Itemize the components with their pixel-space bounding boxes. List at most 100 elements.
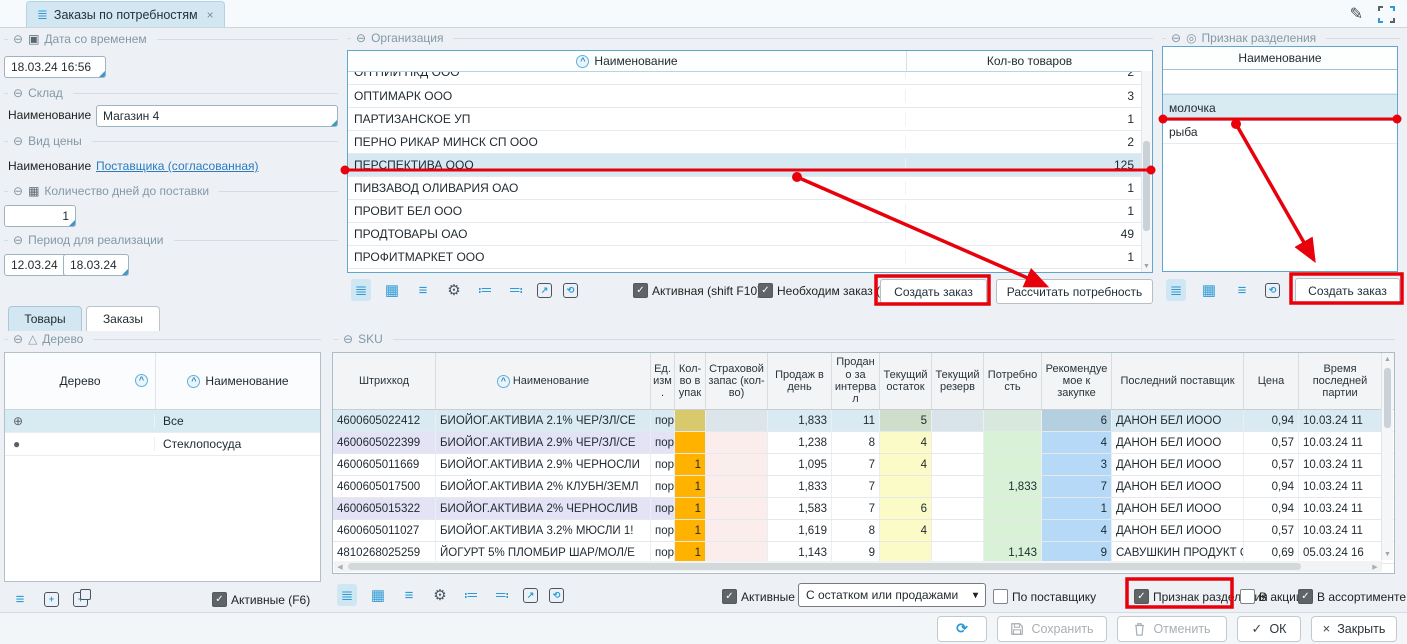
days-input[interactable]: 1 — [4, 205, 76, 227]
collapse-icon[interactable]: ⊖ — [13, 184, 23, 198]
collapse-icon[interactable]: ⊖ — [13, 32, 23, 46]
sku-column-header[interactable]: Штрихкод — [333, 353, 436, 409]
add-row-icon[interactable]: ≕ — [492, 584, 512, 606]
sku-column-header[interactable]: Последний поставщик — [1112, 353, 1244, 409]
collapse-icon[interactable]: ⊖ — [343, 332, 353, 346]
org-table-row[interactable]: ПЕРСПЕКТИВА ООО125 — [348, 154, 1152, 177]
numbered-list-icon[interactable]: ≔ — [475, 279, 495, 301]
gear-icon[interactable]: ⚙ — [444, 279, 464, 301]
add-row-icon[interactable]: ≕ — [506, 279, 526, 301]
by-supplier-checkbox[interactable]: По поставщику — [993, 589, 1096, 604]
view-list-icon[interactable]: ≣ — [351, 279, 371, 301]
org-table-row[interactable]: ПАРТИЗАНСКОЕ УП1 — [348, 108, 1152, 131]
numbered-list-icon[interactable]: ≔ — [461, 584, 481, 606]
edit-pencil-icon[interactable]: ✎ — [1350, 4, 1363, 24]
sku-row[interactable]: 4600605022412БИОЙОГ.АКТИВИА 2.1% ЧЕР/ЗЛ/… — [333, 410, 1394, 432]
tab-close-icon[interactable]: × — [207, 8, 214, 22]
create-order-button-separation[interactable]: Создать заказ — [1295, 278, 1400, 303]
sku-column-header[interactable]: Страховой запас (кол-во) — [706, 353, 768, 409]
fullscreen-icon[interactable] — [1378, 6, 1395, 23]
sku-row[interactable]: 4600605017500БИОЙОГ.АКТИВИА 2% КЛУБН/ЗЕМ… — [333, 476, 1394, 498]
filter-icon[interactable]: ≡ — [1232, 279, 1252, 301]
org-table-row[interactable]: ПРОФИТМАРКЕТ ООО1 — [348, 246, 1152, 269]
create-order-button[interactable]: Создать заказ — [880, 279, 987, 304]
collapse-icon[interactable]: ⊖ — [13, 332, 23, 346]
sku-column-header[interactable]: Время последней партии — [1299, 353, 1382, 409]
promo-checkbox[interactable]: В акции — [1240, 589, 1303, 604]
refresh-button[interactable]: ⟳ — [937, 616, 987, 642]
org-table-row[interactable]: ПИВЗАВОД ОЛИВАРИЯ ОАО1 — [348, 177, 1152, 200]
filter-icon[interactable]: ≡ — [399, 584, 419, 606]
sku-column-header[interactable]: Кол-во в упак — [675, 353, 706, 409]
sku-row[interactable]: 4600605011027БИОЙОГ.АКТИВИА 3.2% МЮСЛИ 1… — [333, 520, 1394, 542]
cancel-button[interactable]: Отменить — [1117, 616, 1227, 642]
view-list-icon[interactable]: ≣ — [337, 584, 357, 606]
tree-row[interactable]: ●Стеклопосуда — [5, 433, 320, 456]
sku-column-header[interactable]: Ед. изм. — [651, 353, 675, 409]
collapse-icon[interactable]: ⊖ — [13, 134, 23, 148]
org-table-row[interactable]: ОПТИМАРК ООО3 — [348, 85, 1152, 108]
org-table-row[interactable]: ОП НИИ ПКД ООО2 — [348, 72, 1152, 85]
active-sku-checkbox[interactable]: Активные — [722, 589, 795, 604]
org-table-row[interactable]: ПЕРНО РИКАР МИНСК СП ООО2 — [348, 131, 1152, 154]
sku-column-header[interactable]: Текущий остаток — [880, 353, 932, 409]
period-from-input[interactable]: 12.03.24 — [4, 254, 70, 276]
save-button[interactable]: Сохранить — [997, 616, 1107, 642]
sku-vscrollbar[interactable]: ▲ ▼ — [1381, 354, 1393, 560]
sku-column-header[interactable]: Цена — [1244, 353, 1299, 409]
org-scrollbar[interactable]: ▼ — [1141, 71, 1152, 272]
separation-row[interactable] — [1163, 70, 1397, 94]
price-type-link[interactable]: Поставщика (согласованная) — [96, 156, 259, 176]
collapse-icon[interactable]: ⊖ — [356, 31, 366, 45]
collapse-icon[interactable]: ⊖ — [1171, 31, 1181, 45]
active-org-checkbox[interactable]: Активная (shift F10) — [633, 283, 761, 298]
tree-row[interactable]: ⊕Все — [5, 410, 320, 433]
collapse-icon[interactable]: ⊖ — [13, 233, 23, 247]
period-to-input[interactable]: 18.03.24 — [63, 254, 129, 276]
calculate-need-button[interactable]: Рассчитать потребность — [996, 279, 1153, 304]
scroll-up-icon[interactable]: ▲ — [1383, 356, 1392, 363]
scroll-down-icon[interactable]: ▼ — [1142, 263, 1151, 270]
view-list-icon[interactable]: ≣ — [1166, 279, 1186, 301]
sku-column-header[interactable]: Рекомендуемое к закупке — [1042, 353, 1112, 409]
tab-goods[interactable]: Товары — [8, 306, 82, 331]
sort-asc-icon[interactable]: ^ — [187, 375, 200, 388]
org-table-row[interactable]: ПРОВИТ БЕЛ ООО1 — [348, 200, 1152, 223]
assortment-checkbox[interactable]: В ассортименте — [1298, 589, 1406, 604]
sku-column-header[interactable]: Продано за интервал — [832, 353, 880, 409]
separation-row[interactable]: молочка — [1163, 94, 1397, 121]
ok-button[interactable]: ✓ ОК — [1237, 616, 1301, 642]
collapse-icon[interactable]: ⊖ — [13, 86, 23, 100]
active-tree-checkbox[interactable]: Активные (F6) — [212, 592, 310, 607]
sku-row[interactable]: 4600605015322БИОЙОГ.АКТИВИА 2% ЧЕРНОСЛИВ… — [333, 498, 1394, 520]
sku-hscrollbar[interactable]: ◀ ▶ — [334, 561, 1381, 572]
stock-filter-select[interactable]: С остатком или продажами ▾ — [798, 583, 986, 607]
separation-row[interactable]: рыба — [1163, 121, 1397, 144]
org-table-row[interactable]: РАКАН-КРУПЯНОЙ ДОМ ОДО16 — [348, 269, 1152, 273]
tab-orders-by-needs[interactable]: ≣ Заказы по потребностям × — [26, 1, 225, 27]
export-icon[interactable]: ↗ — [537, 283, 552, 298]
tab-orders[interactable]: Заказы — [86, 306, 160, 331]
export-icon[interactable]: ↗ — [523, 588, 538, 603]
sku-row[interactable]: 4600605022399БИОЙОГ.АКТИВИА 2.9% ЧЕР/ЗЛ/… — [333, 432, 1394, 454]
refresh-icon[interactable]: ⟲ — [563, 283, 578, 298]
gear-icon[interactable]: ⚙ — [430, 584, 450, 606]
view-grid-icon[interactable]: ▦ — [368, 584, 388, 606]
org-table-row[interactable]: ПРОДТОВАРЫ ОАО49 — [348, 223, 1152, 246]
sku-column-header[interactable]: Продаж в день — [768, 353, 832, 409]
sort-asc-icon[interactable]: ^ — [576, 55, 589, 68]
sku-column-header[interactable]: Текущий резерв — [932, 353, 984, 409]
close-button[interactable]: × Закрыть — [1311, 616, 1397, 642]
scroll-right-icon[interactable]: ▶ — [1369, 563, 1381, 571]
warehouse-input[interactable]: Магазин 4 — [96, 105, 338, 127]
view-grid-icon[interactable]: ▦ — [1199, 279, 1219, 301]
view-grid-icon[interactable]: ▦ — [382, 279, 402, 301]
sku-column-header[interactable]: Потребность — [984, 353, 1042, 409]
sku-row[interactable]: 4600605011669БИОЙОГ.АКТИВИА 2.9% ЧЕРНОСЛ… — [333, 454, 1394, 476]
filter-icon[interactable]: ≡ — [413, 279, 433, 301]
add-group-icon[interactable]: + — [73, 592, 88, 607]
date-time-input[interactable]: 18.03.24 16:56 — [4, 56, 106, 78]
sku-column-header[interactable]: ^Наименование — [436, 353, 651, 409]
sort-asc-icon[interactable]: ^ — [497, 375, 510, 388]
add-item-icon[interactable]: + — [44, 592, 59, 607]
